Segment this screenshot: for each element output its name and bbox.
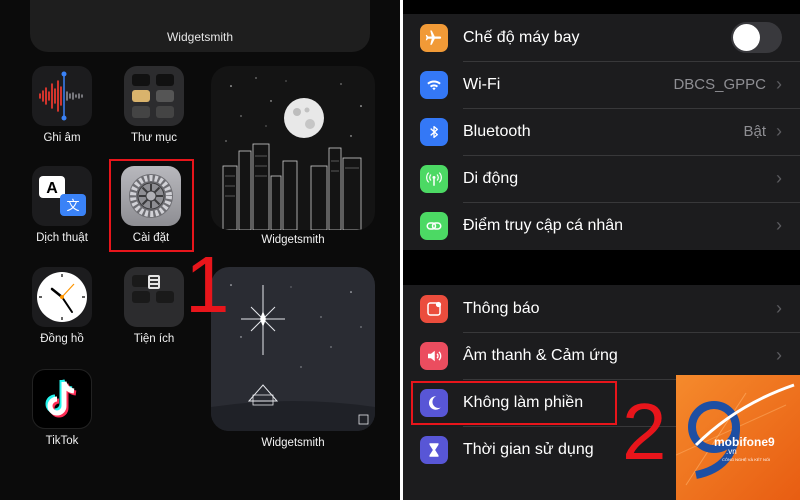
tiktok-icon bbox=[32, 369, 92, 429]
logo-tld-text: .vn bbox=[726, 447, 737, 456]
notifications-icon bbox=[420, 294, 448, 323]
airplane-icon bbox=[420, 23, 448, 52]
widgetsmith-moon-widget[interactable] bbox=[211, 66, 375, 230]
step-number-2: 2 bbox=[622, 387, 667, 476]
app-label: Dịch thuật bbox=[36, 232, 88, 244]
settings-group-connectivity: Chế độ máy bay Wi-Fi DBCS_GPPC › Bluetoo… bbox=[403, 14, 800, 250]
app-clock[interactable]: Đồng hồ bbox=[22, 267, 102, 345]
utilities-icon bbox=[124, 267, 184, 327]
cellular-icon bbox=[420, 164, 448, 193]
chevron-right-icon: › bbox=[776, 121, 782, 141]
row-label: Wi-Fi bbox=[463, 75, 501, 93]
highlight-do-not-disturb-box bbox=[411, 381, 617, 425]
row-label: Thời gian sử dụng bbox=[463, 440, 594, 458]
chevron-right-icon: › bbox=[776, 345, 782, 365]
home-screen: Widgetsmith Ghi âm Thư mục A 文 Dịch thuậ… bbox=[0, 0, 400, 500]
widget-label: Widgetsmith bbox=[261, 234, 325, 246]
app-tiktok[interactable]: TikTok bbox=[22, 369, 102, 447]
svg-text:A: A bbox=[46, 180, 58, 197]
app-translate[interactable]: A 文 Dịch thuật bbox=[22, 166, 102, 244]
chevron-right-icon: › bbox=[776, 74, 782, 94]
hourglass-icon bbox=[420, 435, 448, 464]
row-sounds-haptics[interactable]: Âm thanh & Cảm ứng › bbox=[403, 332, 800, 379]
app-label: TikTok bbox=[45, 435, 79, 447]
app-label: Thư mục bbox=[130, 132, 178, 144]
translate-icon: A 文 bbox=[32, 166, 92, 226]
widget-label: Widgetsmith bbox=[261, 437, 325, 449]
hotspot-icon bbox=[420, 211, 448, 240]
app-folder[interactable]: Thư mục bbox=[114, 66, 194, 144]
row-airplane-mode[interactable]: Chế độ máy bay bbox=[403, 14, 800, 61]
widgetsmith-nativity-widget[interactable] bbox=[211, 267, 375, 431]
folder-icon bbox=[124, 66, 184, 126]
app-voice-memos[interactable]: Ghi âm bbox=[22, 66, 102, 144]
highlight-settings-box bbox=[109, 159, 194, 252]
wifi-network-value: DBCS_GPPC bbox=[673, 76, 766, 93]
row-label: Chế độ máy bay bbox=[463, 28, 580, 46]
row-label: Âm thanh & Cảm ứng bbox=[463, 346, 618, 364]
app-label: Ghi âm bbox=[43, 132, 81, 144]
chevron-right-icon: › bbox=[776, 298, 782, 318]
svg-text:文: 文 bbox=[66, 199, 79, 214]
step-number-1: 1 bbox=[185, 240, 230, 329]
row-label: Điểm truy cập cá nhân bbox=[463, 216, 624, 234]
app-utilities[interactable]: Tiện ích bbox=[114, 267, 194, 345]
row-notifications[interactable]: Thông báo › bbox=[403, 285, 800, 332]
row-wifi[interactable]: Wi-Fi DBCS_GPPC › bbox=[403, 61, 800, 108]
row-bluetooth[interactable]: Bluetooth Bật › bbox=[403, 108, 800, 155]
clock-icon bbox=[32, 267, 92, 327]
row-label: Thông báo bbox=[463, 299, 540, 317]
app-label: Đồng hồ bbox=[40, 333, 84, 345]
airplane-toggle[interactable] bbox=[731, 22, 782, 53]
chevron-right-icon: › bbox=[776, 215, 782, 235]
bluetooth-icon bbox=[420, 117, 448, 146]
row-cellular[interactable]: Di động › bbox=[403, 155, 800, 202]
sound-icon bbox=[420, 341, 448, 370]
chevron-right-icon: › bbox=[776, 168, 782, 188]
logo-brand-text: mobifone9 bbox=[714, 435, 775, 449]
mobifone9-logo: mobifone9 .vn CÔNG NGHỆ VÀ KẾT NỐI bbox=[676, 375, 800, 500]
row-personal-hotspot[interactable]: Điểm truy cập cá nhân › bbox=[403, 202, 800, 249]
voice-memos-icon bbox=[32, 66, 92, 126]
wifi-icon bbox=[420, 70, 448, 99]
row-label: Bluetooth bbox=[463, 122, 531, 140]
bluetooth-status-value: Bật bbox=[743, 123, 766, 140]
top-widget[interactable] bbox=[30, 0, 370, 52]
app-label: Tiện ích bbox=[133, 333, 175, 345]
row-label: Di động bbox=[463, 169, 519, 187]
top-widget-label: Widgetsmith bbox=[166, 30, 234, 44]
logo-tagline: CÔNG NGHỆ VÀ KẾT NỐI bbox=[722, 457, 771, 462]
